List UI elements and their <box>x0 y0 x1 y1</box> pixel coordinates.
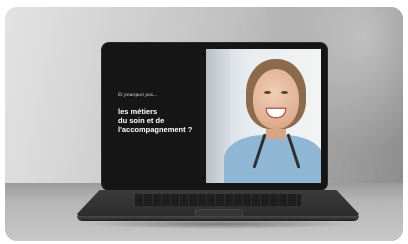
nurse-photo <box>206 49 321 183</box>
photo-scrubs <box>224 135 321 183</box>
laptop-base-edge <box>77 216 359 221</box>
laptop-icon: Et pourquoi pas... les métiers du soin e… <box>77 43 359 231</box>
screen-headline: les métiers du soin et de l'accompagneme… <box>118 107 208 134</box>
laptop-keyboard <box>135 194 301 206</box>
screen-kicker: Et pourquoi pas... <box>118 93 158 98</box>
headline-line-1: les métiers <box>118 107 158 116</box>
photo-eye-right <box>281 91 288 94</box>
photo-smile <box>267 109 285 117</box>
video-text-panel: Et pourquoi pas... les métiers du soin e… <box>108 49 206 183</box>
headline-line-3: l'accompagnement ? <box>118 125 193 134</box>
photo-face <box>253 69 299 129</box>
headline-line-2: du soin et de <box>118 116 165 125</box>
laptop-screen: Et pourquoi pas... les métiers du soin e… <box>108 49 321 183</box>
photo-eye-left <box>264 91 271 94</box>
promo-card: Et pourquoi pas... les métiers du soin e… <box>5 7 403 241</box>
laptop-lid: Et pourquoi pas... les métiers du soin e… <box>102 43 327 190</box>
